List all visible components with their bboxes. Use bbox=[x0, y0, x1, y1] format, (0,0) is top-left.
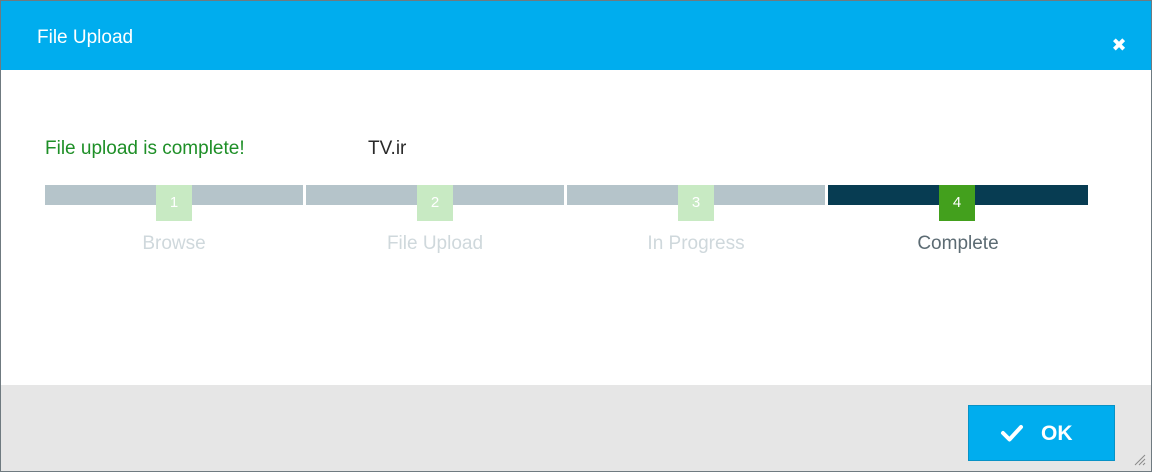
step-label: Browse bbox=[142, 233, 206, 254]
close-icon[interactable]: ✖ bbox=[1108, 34, 1130, 56]
step-number: 1 bbox=[156, 185, 192, 221]
upload-status-message: File upload is complete! bbox=[45, 138, 245, 159]
file-upload-dialog: File Upload ✖ File upload is complete! T… bbox=[0, 0, 1152, 472]
step-number: 3 bbox=[678, 185, 714, 221]
step-label: In Progress bbox=[647, 233, 745, 254]
ok-button-label: OK bbox=[1041, 422, 1073, 445]
step-complete: 4 Complete bbox=[828, 185, 1088, 265]
step-file-upload: 2 File Upload bbox=[306, 185, 564, 265]
step-number: 4 bbox=[939, 185, 975, 221]
upload-stepper: 1 Browse 2 File Upload 3 In Progress 4 C… bbox=[45, 185, 1088, 265]
step-label: File Upload bbox=[386, 233, 484, 254]
uploaded-filename: TV.ir bbox=[368, 138, 407, 159]
step-in-progress: 3 In Progress bbox=[567, 185, 825, 265]
dialog-titlebar: File Upload ✖ bbox=[1, 1, 1151, 70]
resize-grip-icon[interactable] bbox=[1132, 452, 1146, 466]
step-number: 2 bbox=[417, 185, 453, 221]
ok-button[interactable]: OK bbox=[968, 405, 1115, 461]
step-browse: 1 Browse bbox=[45, 185, 303, 265]
check-icon bbox=[1001, 425, 1023, 442]
dialog-title: File Upload bbox=[37, 27, 134, 48]
step-label: Complete bbox=[917, 233, 999, 254]
dialog-footer: OK bbox=[1, 385, 1151, 471]
